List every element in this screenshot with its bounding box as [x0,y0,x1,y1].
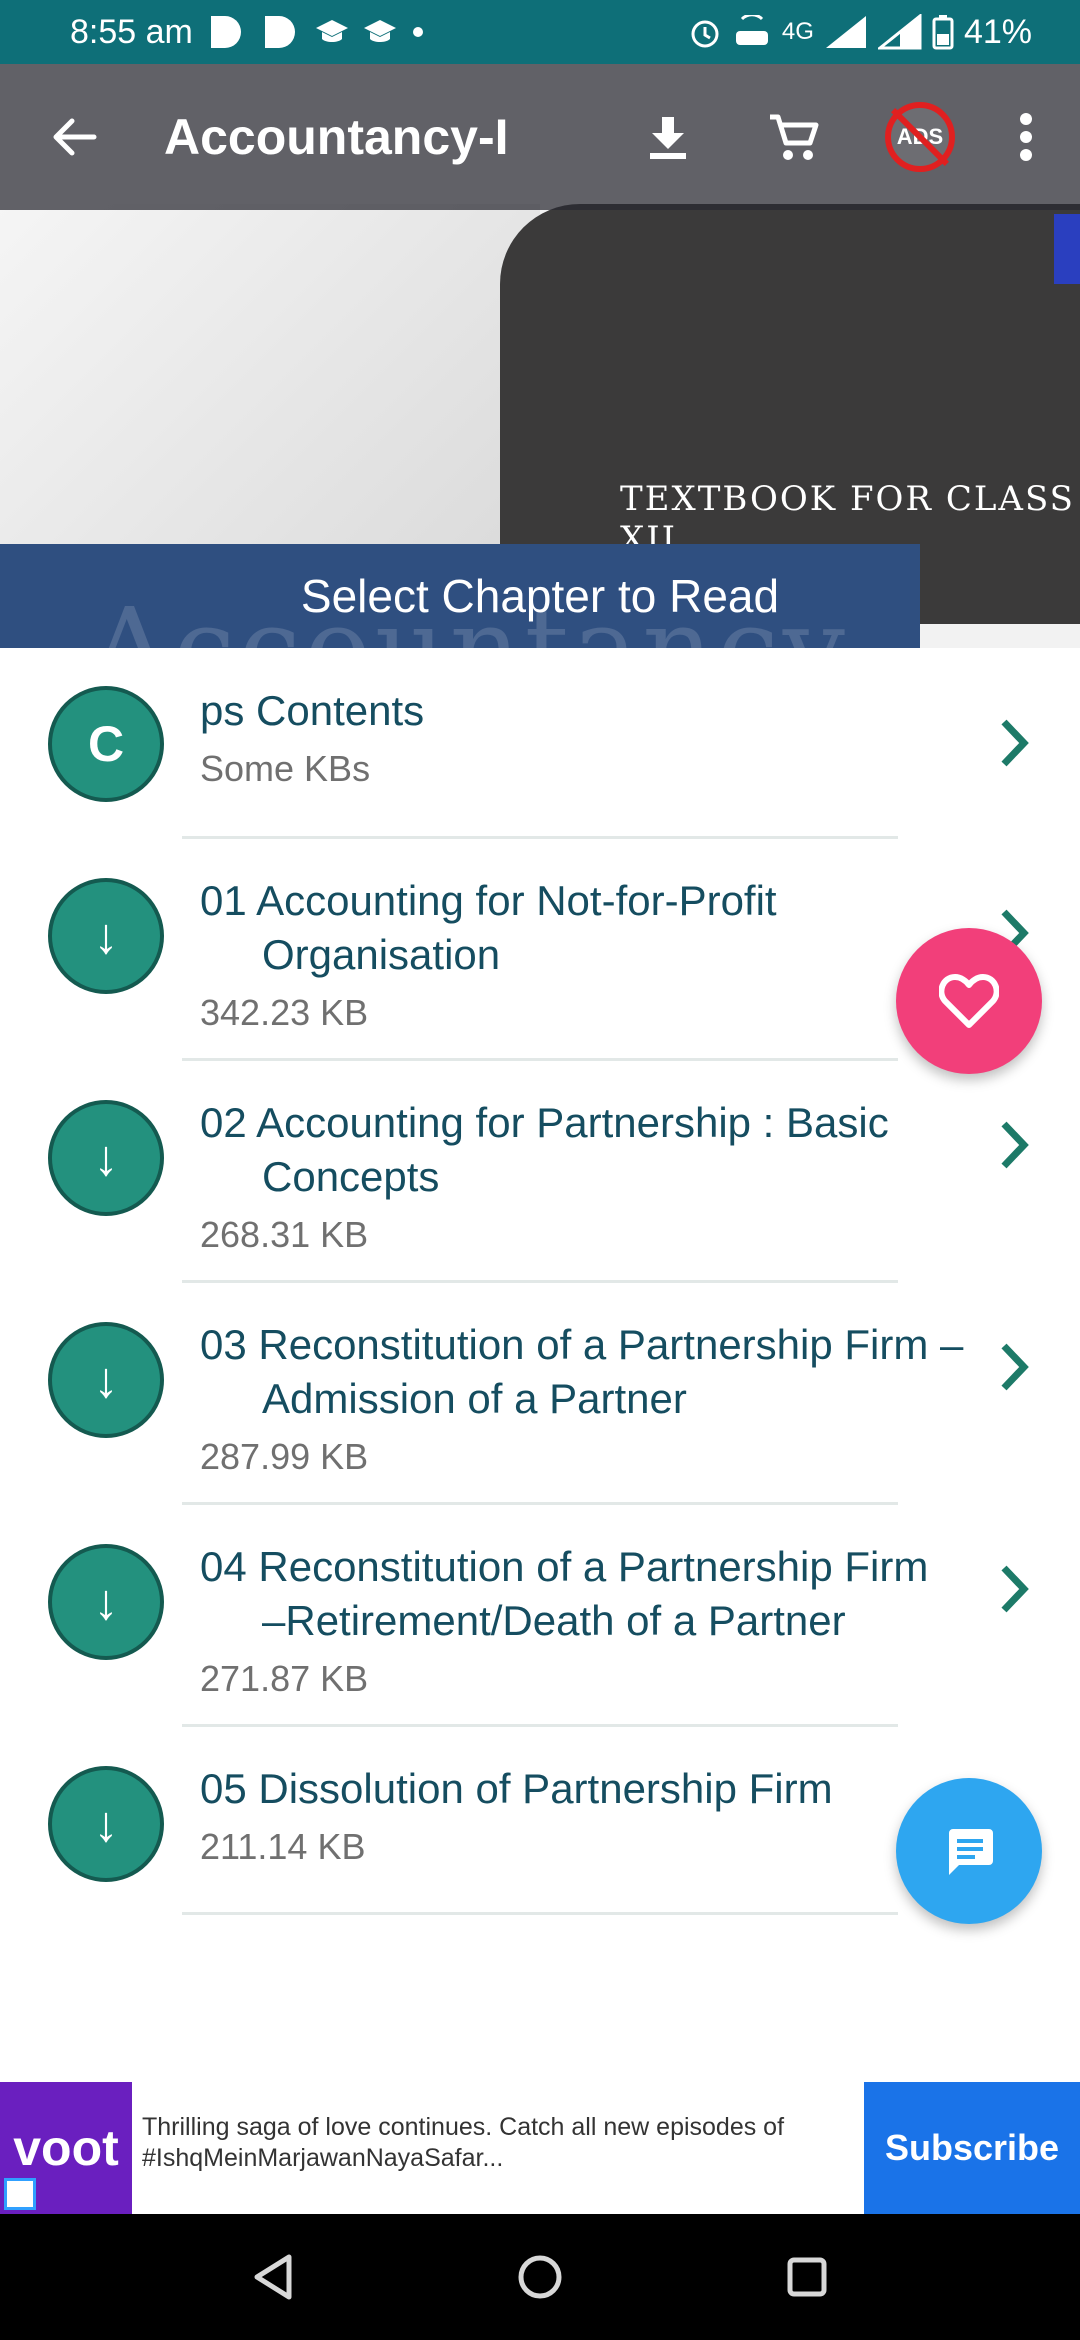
download-icon [650,117,686,159]
chapter-title-line: 04 Reconstitution of a Partnership Firm [200,1543,929,1590]
nav-recents-button[interactable] [767,2237,847,2317]
list-item[interactable]: ↓ 02 Accounting for Partnership : Basic C… [0,1060,1080,1283]
chapter-size: Some KBs [200,748,371,789]
chapter-title: 05 Dissolution of Partnership Firm [200,1762,1020,1816]
chapter-text: 02 Accounting for Partnership : Basic Con… [200,1060,1020,1256]
graduation-cap-icon [363,20,396,42]
no-ads-icon: ADS [885,102,955,172]
chapter-text: 04 Reconstitution of a Partnership Firm –… [200,1504,1020,1700]
toolbar-actions: ADS [618,87,1056,187]
notification-d-icon [264,16,295,48]
chapter-title-line: 03 Reconstitution of a Partnership Firm … [200,1321,964,1368]
chapter-avatar: ↓ [48,1544,164,1660]
page-title: Accountancy-I [164,109,509,165]
graduation-cap-icon [315,20,348,42]
chapter-avatar: ↓ [48,1100,164,1216]
chapter-size: 268.31 KB [200,1214,369,1255]
chevron-right-icon [990,1342,1040,1392]
nav-home-button[interactable] [500,2237,580,2317]
battery-icon [932,15,954,50]
subscribe-button[interactable]: Subscribe [864,2082,1080,2214]
chapter-title: 03 Reconstitution of a Partnership Firm … [200,1318,1020,1426]
network-type: 4G [781,18,814,45]
chapter-title: 01 Accounting for Not-for-Profit Organisa… [200,874,1020,982]
chapter-avatar: C [48,686,164,802]
chapter-avatar: ↓ [48,1322,164,1438]
notification-icons [207,14,425,50]
signal-icon [877,14,922,50]
ad-text: Thrilling saga of love continues. Catch … [142,2113,785,2172]
overflow-menu-button[interactable] [996,87,1056,187]
status-bar: 8:55 am 4G 41% [0,0,1080,64]
chat-button[interactable] [896,1778,1042,1924]
chat-icon [949,1829,993,1875]
more-vert-icon [1020,113,1032,161]
notification-d-icon [210,16,241,48]
chapter-avatar: ↓ [48,878,164,994]
back-button[interactable] [24,87,124,187]
chapter-text: 03 Reconstitution of a Partnership Firm … [200,1282,1020,1478]
no-ads-label: ADS [896,124,944,149]
list-item[interactable]: C ps Contents Some KBs [0,648,1080,839]
chapter-title-line: –Retirement/Death of a Partner [262,1597,846,1644]
chapter-size: 287.99 KB [200,1436,369,1477]
chapter-text: ps Contents Some KBs [200,648,1020,790]
chapter-title: 02 Accounting for Partnership : Basic Con… [200,1096,1020,1204]
chapter-title-line: 02 Accounting for Partnership : Basic [200,1099,889,1146]
select-chapter-label: Select Chapter to Read [300,570,780,622]
chapter-title: ps Contents [200,684,1020,738]
ad-brand: voot [13,2120,119,2176]
download-button[interactable] [618,87,718,187]
dot-icon [412,27,423,37]
system-icons: 4G 41% [688,13,1032,52]
chapter-title-line: Admission of a Partner [262,1375,687,1422]
square-recents-icon [787,2257,827,2297]
nav-back-button[interactable] [233,2237,313,2317]
chapter-title-line: 05 Dissolution of Partnership Firm [200,1765,833,1812]
status-time: 8:55 am [70,12,193,51]
chevron-right-icon [990,1120,1040,1170]
chapter-title-line: Concepts [262,1153,440,1200]
chapter-title: 04 Reconstitution of a Partnership Firm –… [200,1540,1020,1648]
ad-choices-icon[interactable] [4,2178,36,2210]
chapter-title-line: ps Contents [200,687,425,734]
cart-button[interactable] [744,87,844,187]
list-item[interactable]: ↓ 03 Reconstitution of a Partnership Fir… [0,1282,1080,1505]
chapter-size: 271.87 KB [200,1658,369,1699]
triangle-back-icon [254,2254,292,2300]
volte-icon [735,15,768,45]
cart-icon [770,114,819,160]
chapter-title-line: Organisation [262,931,501,978]
battery-percent: 41% [963,12,1032,51]
list-divider [182,1912,898,1915]
chapter-title-line: 01 Accounting for Not-for-Profit [200,877,777,924]
ad-logo: voot [0,2082,132,2214]
chevron-right-icon [990,1564,1040,1614]
signal-icon [825,16,866,48]
chapter-list: C ps Contents Some KBs ↓ 01 Accounting f… [0,648,1080,1916]
app-toolbar: Accountancy-I ADS [0,64,1080,210]
chapter-avatar: ↓ [48,1766,164,1882]
chevron-right-icon [990,718,1040,768]
alarm-icon [691,20,719,48]
favorite-button[interactable] [896,928,1042,1074]
heart-icon [939,974,999,1028]
remove-ads-button[interactable]: ADS [870,87,970,187]
cover-stripe [1054,214,1080,284]
list-item[interactable]: ↓ 04 Reconstitution of a Partnership Fir… [0,1504,1080,1727]
circle-home-icon [518,2255,562,2299]
arrow-left-icon [53,118,97,156]
ad-banner[interactable]: voot Thrilling saga of love continues. C… [0,2082,1080,2214]
system-nav-bar [0,2214,1080,2340]
